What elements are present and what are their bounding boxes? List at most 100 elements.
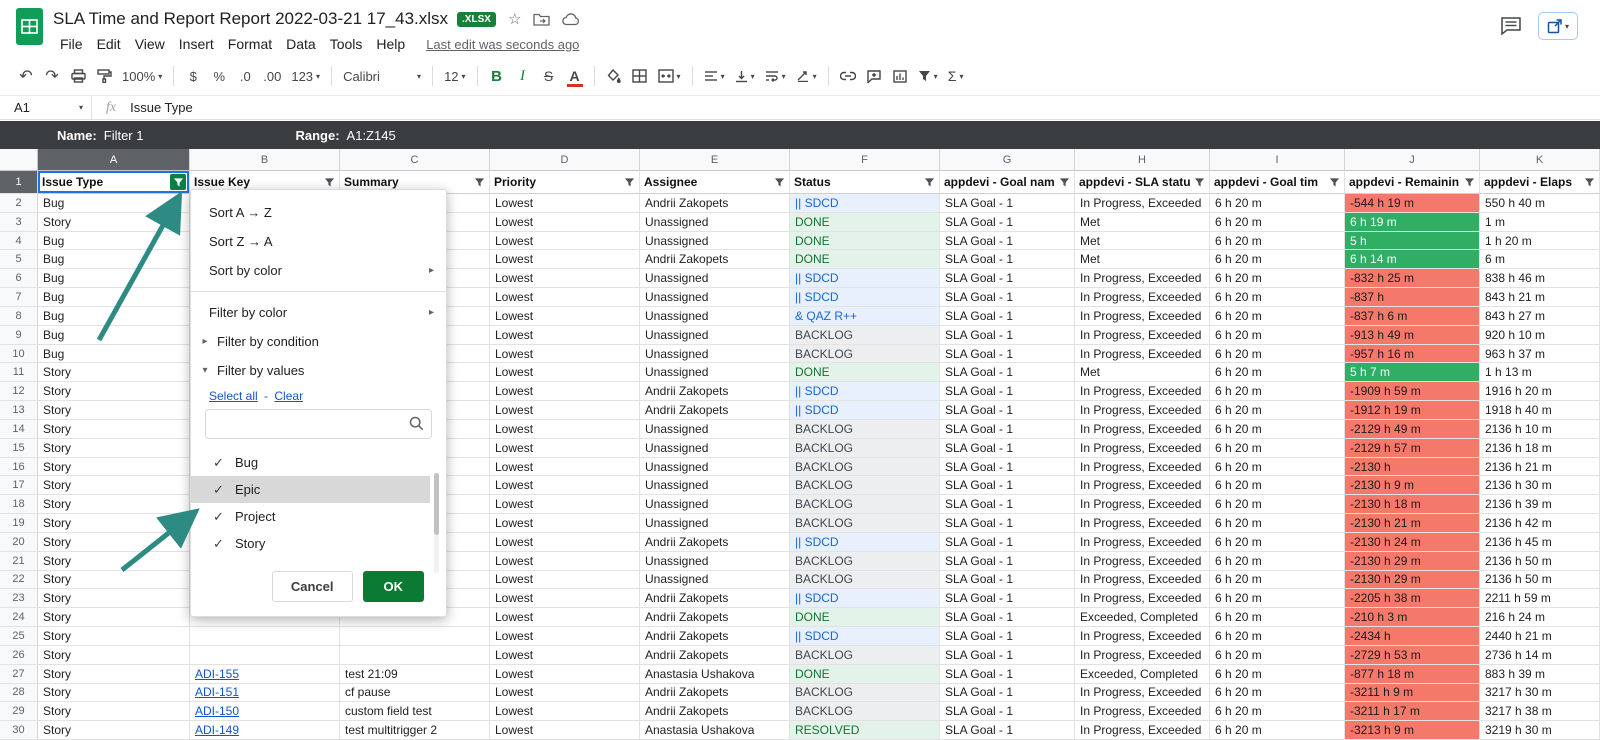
cell-J28[interactable]: -3211 h 9 m (1345, 684, 1480, 703)
cell-J19[interactable]: -2130 h 21 m (1345, 514, 1480, 533)
row-header-19[interactable]: 19 (0, 514, 38, 533)
cell-E29[interactable]: Andrii Zakopets (640, 702, 790, 721)
menu-edit[interactable]: Edit (90, 34, 128, 54)
row-header-1[interactable]: 1 (0, 171, 38, 194)
cell-J30[interactable]: -3213 h 9 m (1345, 721, 1480, 740)
header-cell-appdevi-elaps[interactable]: appdevi - Elaps (1480, 171, 1600, 194)
cell-G22[interactable]: SLA Goal - 1 (940, 571, 1075, 590)
row-header-23[interactable]: 23 (0, 589, 38, 608)
cell-F8[interactable]: & QAZ R++ (790, 307, 940, 326)
cell-K3[interactable]: 1 m (1480, 213, 1600, 232)
cell-K30[interactable]: 3219 h 30 m (1480, 721, 1600, 740)
filter-funnel-icon[interactable] (1582, 175, 1596, 189)
column-header-K[interactable]: K (1480, 149, 1600, 171)
cell-G2[interactable]: SLA Goal - 1 (940, 194, 1075, 213)
cell-A25[interactable]: Story (38, 627, 190, 646)
cell-K15[interactable]: 2136 h 18 m (1480, 439, 1600, 458)
cell-J7[interactable]: -837 h (1345, 288, 1480, 307)
borders-button[interactable] (628, 63, 652, 89)
row-header-24[interactable]: 24 (0, 608, 38, 627)
cell-H8[interactable]: In Progress, Exceeded (1075, 307, 1210, 326)
cell-A16[interactable]: Story (38, 458, 190, 477)
cell-A24[interactable]: Story (38, 608, 190, 627)
row-header-28[interactable]: 28 (0, 684, 38, 703)
menu-help[interactable]: Help (369, 34, 412, 54)
cell-F9[interactable]: BACKLOG (790, 326, 940, 345)
cell-J12[interactable]: -1909 h 59 m (1345, 382, 1480, 401)
header-cell-assignee[interactable]: Assignee (640, 171, 790, 194)
cell-K26[interactable]: 2736 h 14 m (1480, 646, 1600, 665)
cell-J21[interactable]: -2130 h 29 m (1345, 552, 1480, 571)
filter-funnel-icon[interactable] (170, 174, 186, 190)
cell-I26[interactable]: 6 h 20 m (1210, 646, 1345, 665)
cell-A4[interactable]: Bug (38, 232, 190, 251)
row-header-5[interactable]: 5 (0, 250, 38, 269)
cell-A13[interactable]: Story (38, 401, 190, 420)
header-cell-priority[interactable]: Priority (490, 171, 640, 194)
cell-J2[interactable]: -544 h 19 m (1345, 194, 1480, 213)
cell-A9[interactable]: Bug (38, 326, 190, 345)
cell-D28[interactable]: Lowest (490, 684, 640, 703)
cell-I14[interactable]: 6 h 20 m (1210, 420, 1345, 439)
cell-J14[interactable]: -2129 h 49 m (1345, 420, 1480, 439)
cell-G24[interactable]: SLA Goal - 1 (940, 608, 1075, 627)
cell-D24[interactable]: Lowest (490, 608, 640, 627)
cell-J25[interactable]: -2434 h (1345, 627, 1480, 646)
insert-link-button[interactable] (836, 63, 860, 89)
cell-E3[interactable]: Unassigned (640, 213, 790, 232)
menu-item-filter-by-condition[interactable]: ▸Filter by condition (191, 327, 446, 356)
row-header-6[interactable]: 6 (0, 269, 38, 288)
cell-J3[interactable]: 6 h 19 m (1345, 213, 1480, 232)
cell-D20[interactable]: Lowest (490, 533, 640, 552)
row-header-2[interactable]: 2 (0, 194, 38, 213)
cell-F14[interactable]: BACKLOG (790, 420, 940, 439)
cell-G12[interactable]: SLA Goal - 1 (940, 382, 1075, 401)
filter-funnel-icon[interactable] (1327, 175, 1341, 189)
filter-value-project[interactable]: ✓Project (191, 503, 446, 530)
cell-H21[interactable]: In Progress, Exceeded (1075, 552, 1210, 571)
cell-D19[interactable]: Lowest (490, 514, 640, 533)
cell-A15[interactable]: Story (38, 439, 190, 458)
cell-G18[interactable]: SLA Goal - 1 (940, 495, 1075, 514)
cell-F6[interactable]: || SDCD (790, 269, 940, 288)
cell-D8[interactable]: Lowest (490, 307, 640, 326)
cell-K17[interactable]: 2136 h 30 m (1480, 476, 1600, 495)
cell-A7[interactable]: Bug (38, 288, 190, 307)
cell-J10[interactable]: -957 h 16 m (1345, 345, 1480, 364)
cell-H18[interactable]: In Progress, Exceeded (1075, 495, 1210, 514)
cell-I16[interactable]: 6 h 20 m (1210, 458, 1345, 477)
font-size-select[interactable]: 12▾ (440, 63, 469, 89)
cell-I22[interactable]: 6 h 20 m (1210, 571, 1345, 590)
move-folder-icon[interactable] (533, 12, 550, 26)
cell-A29[interactable]: Story (38, 702, 190, 721)
column-header-G[interactable]: G (940, 149, 1075, 171)
cell-J6[interactable]: -832 h 25 m (1345, 269, 1480, 288)
row-header-16[interactable]: 16 (0, 458, 38, 477)
cell-I18[interactable]: 6 h 20 m (1210, 495, 1345, 514)
cell-K21[interactable]: 2136 h 50 m (1480, 552, 1600, 571)
cell-G20[interactable]: SLA Goal - 1 (940, 533, 1075, 552)
cell-A12[interactable]: Story (38, 382, 190, 401)
cell-I24[interactable]: 6 h 20 m (1210, 608, 1345, 627)
cell-H6[interactable]: In Progress, Exceeded (1075, 269, 1210, 288)
menu-data[interactable]: Data (279, 34, 323, 54)
row-header-21[interactable]: 21 (0, 552, 38, 571)
cell-E23[interactable]: Andrii Zakopets (640, 589, 790, 608)
cell-D29[interactable]: Lowest (490, 702, 640, 721)
cell-A8[interactable]: Bug (38, 307, 190, 326)
text-wrap-button[interactable]: ▾ (761, 63, 790, 89)
name-box[interactable]: A1▾ (0, 96, 92, 119)
cell-I28[interactable]: 6 h 20 m (1210, 684, 1345, 703)
cell-D2[interactable]: Lowest (490, 194, 640, 213)
filter-range-value[interactable]: A1:Z145 (347, 128, 396, 143)
cell-C27[interactable]: test 21:09 (340, 665, 490, 684)
cell-G10[interactable]: SLA Goal - 1 (940, 345, 1075, 364)
cell-I13[interactable]: 6 h 20 m (1210, 401, 1345, 420)
cell-E19[interactable]: Unassigned (640, 514, 790, 533)
cell-H2[interactable]: In Progress, Exceeded (1075, 194, 1210, 213)
cell-E9[interactable]: Unassigned (640, 326, 790, 345)
zoom-select[interactable]: 100%▾ (118, 63, 166, 89)
cell-F24[interactable]: DONE (790, 608, 940, 627)
filter-search-input[interactable] (205, 409, 432, 439)
column-header-A[interactable]: A (38, 149, 190, 171)
